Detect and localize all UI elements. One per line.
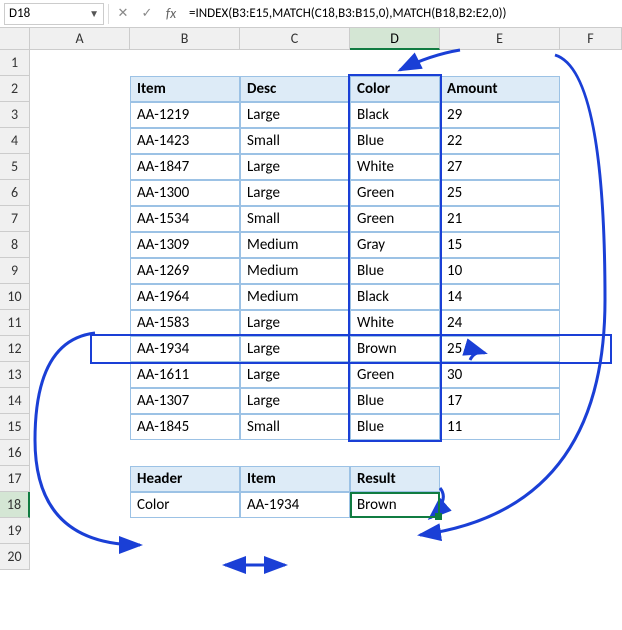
table1-cell[interactable]: Large bbox=[240, 154, 350, 180]
table2-header-2[interactable]: Result bbox=[350, 466, 440, 492]
table1-cell[interactable]: Large bbox=[240, 336, 350, 362]
table1-cell[interactable]: 25 bbox=[440, 336, 560, 362]
table1-cell[interactable]: Blue bbox=[350, 388, 440, 414]
table1-cell[interactable]: Medium bbox=[240, 232, 350, 258]
table1-cell[interactable]: AA-1845 bbox=[130, 414, 240, 440]
row-header-9[interactable]: 9 bbox=[0, 258, 30, 284]
name-box-value: D18 bbox=[9, 6, 89, 21]
table1-cell[interactable]: 15 bbox=[440, 232, 560, 258]
table1-cell[interactable]: Green bbox=[350, 180, 440, 206]
row-header-7[interactable]: 7 bbox=[0, 206, 30, 232]
row-header-14[interactable]: 14 bbox=[0, 388, 30, 414]
table1-cell[interactable]: Black bbox=[350, 284, 440, 310]
table1-cell[interactable]: 17 bbox=[440, 388, 560, 414]
col-header-E[interactable]: E bbox=[440, 28, 560, 50]
row-header-11[interactable]: 11 bbox=[0, 310, 30, 336]
row-header-4[interactable]: 4 bbox=[0, 128, 30, 154]
table1-cell[interactable]: Green bbox=[350, 206, 440, 232]
row-header-1[interactable]: 1 bbox=[0, 50, 30, 76]
table1-cell[interactable]: White bbox=[350, 310, 440, 336]
table1-cell[interactable]: AA-1300 bbox=[130, 180, 240, 206]
table2-cell[interactable]: Brown bbox=[350, 492, 440, 518]
col-header-F[interactable]: F bbox=[560, 28, 622, 50]
table2-cell[interactable]: AA-1934 bbox=[240, 492, 350, 518]
table1-cell[interactable]: 10 bbox=[440, 258, 560, 284]
col-header-D[interactable]: D bbox=[350, 28, 440, 50]
row-header-6[interactable]: 6 bbox=[0, 180, 30, 206]
row-header-5[interactable]: 5 bbox=[0, 154, 30, 180]
table1-cell[interactable]: 27 bbox=[440, 154, 560, 180]
row-header-17[interactable]: 17 bbox=[0, 466, 30, 492]
col-header-C[interactable]: C bbox=[240, 28, 350, 50]
table1-cell[interactable]: Small bbox=[240, 206, 350, 232]
row-header-12[interactable]: 12 bbox=[0, 336, 30, 362]
table1-cell[interactable]: Medium bbox=[240, 284, 350, 310]
table1-cell[interactable]: AA-1964 bbox=[130, 284, 240, 310]
table1-cell[interactable]: 29 bbox=[440, 102, 560, 128]
table1-header-2[interactable]: Color bbox=[350, 76, 440, 102]
table1-cell[interactable]: Green bbox=[350, 362, 440, 388]
table1-cell[interactable]: Blue bbox=[350, 128, 440, 154]
fx-icon[interactable]: fx bbox=[161, 4, 181, 24]
name-box[interactable]: D18 ▼ bbox=[4, 3, 104, 25]
table1-cell[interactable]: AA-1309 bbox=[130, 232, 240, 258]
table1-cell[interactable]: Blue bbox=[350, 414, 440, 440]
cancel-icon[interactable]: ✕ bbox=[113, 4, 133, 24]
table1-cell[interactable]: 24 bbox=[440, 310, 560, 336]
table1-cell[interactable]: 21 bbox=[440, 206, 560, 232]
col-header-B[interactable]: B bbox=[130, 28, 240, 50]
table2-header-0[interactable]: Header bbox=[130, 466, 240, 492]
table1-cell[interactable]: Large bbox=[240, 102, 350, 128]
row-header-15[interactable]: 15 bbox=[0, 414, 30, 440]
row-header-10[interactable]: 10 bbox=[0, 284, 30, 310]
table1-cell[interactable]: 11 bbox=[440, 414, 560, 440]
row-header-2[interactable]: 2 bbox=[0, 76, 30, 102]
table1-cell[interactable]: Large bbox=[240, 310, 350, 336]
formula-bar: D18 ▼ ✕ ✓ fx =INDEX(B3:E15,MATCH(C18,B3:… bbox=[0, 0, 622, 28]
row-header-3[interactable]: 3 bbox=[0, 102, 30, 128]
table1-cell[interactable]: AA-1934 bbox=[130, 336, 240, 362]
table1-cell[interactable]: 30 bbox=[440, 362, 560, 388]
row-header-13[interactable]: 13 bbox=[0, 362, 30, 388]
table1-cell[interactable]: Gray bbox=[350, 232, 440, 258]
select-all-corner[interactable] bbox=[0, 28, 30, 50]
table1-cell[interactable]: White bbox=[350, 154, 440, 180]
table1-cell[interactable]: Large bbox=[240, 362, 350, 388]
table1-cell[interactable]: AA-1611 bbox=[130, 362, 240, 388]
table1-cell[interactable]: Brown bbox=[350, 336, 440, 362]
row-header-8[interactable]: 8 bbox=[0, 232, 30, 258]
table1-cell[interactable]: 25 bbox=[440, 180, 560, 206]
table1-cell[interactable]: AA-1307 bbox=[130, 388, 240, 414]
table1-cell[interactable]: AA-1847 bbox=[130, 154, 240, 180]
table1-header-1[interactable]: Desc bbox=[240, 76, 350, 102]
chevron-down-icon[interactable]: ▼ bbox=[89, 7, 99, 20]
table1-cell[interactable]: 14 bbox=[440, 284, 560, 310]
table1-cell[interactable]: Small bbox=[240, 414, 350, 440]
table1-cell[interactable]: Small bbox=[240, 128, 350, 154]
col-header-A[interactable]: A bbox=[30, 28, 130, 50]
table1-header-0[interactable]: Item bbox=[130, 76, 240, 102]
table1-cell[interactable]: AA-1269 bbox=[130, 258, 240, 284]
table1-cell[interactable]: Black bbox=[350, 102, 440, 128]
table1-cell[interactable]: AA-1219 bbox=[130, 102, 240, 128]
table1-cell[interactable]: 22 bbox=[440, 128, 560, 154]
table2-header-1[interactable]: Item bbox=[240, 466, 350, 492]
table1-header-3[interactable]: Amount bbox=[440, 76, 560, 102]
formula-input[interactable]: =INDEX(B3:E15,MATCH(C18,B3:B15,0),MATCH(… bbox=[185, 6, 618, 21]
separator bbox=[108, 4, 109, 24]
row-header-19[interactable]: 19 bbox=[0, 518, 30, 544]
accept-icon[interactable]: ✓ bbox=[137, 4, 157, 24]
table2-cell[interactable]: Color bbox=[130, 492, 240, 518]
table1-cell[interactable]: Medium bbox=[240, 258, 350, 284]
row-header-20[interactable]: 20 bbox=[0, 544, 30, 570]
table1-cell[interactable]: Large bbox=[240, 388, 350, 414]
row-header-18[interactable]: 18 bbox=[0, 492, 30, 518]
table1-cell[interactable]: AA-1534 bbox=[130, 206, 240, 232]
row-header-16[interactable]: 16 bbox=[0, 440, 30, 466]
table1-cell[interactable]: AA-1423 bbox=[130, 128, 240, 154]
table1-cell[interactable]: Blue bbox=[350, 258, 440, 284]
table1-cell[interactable]: Large bbox=[240, 180, 350, 206]
table1-cell[interactable]: AA-1583 bbox=[130, 310, 240, 336]
